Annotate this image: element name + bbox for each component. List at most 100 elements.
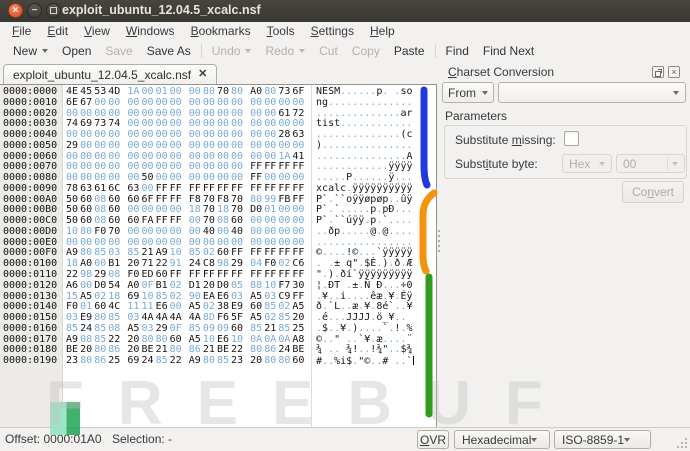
ascii-char[interactable]: .	[406, 97, 412, 108]
menu-settings[interactable]: Settings	[303, 23, 362, 39]
hex-byte[interactable]: 00	[189, 141, 201, 152]
menu-bookmarks[interactable]: Bookmarks	[183, 23, 259, 39]
hex-byte[interactable]: 80	[278, 356, 290, 367]
hex-byte[interactable]: 25	[108, 356, 120, 367]
hex-byte[interactable]: 10	[264, 281, 276, 292]
ascii-char[interactable]: ÿ	[406, 183, 412, 194]
window-maximize-button[interactable]	[46, 3, 61, 18]
hex-byte[interactable]: 60	[231, 324, 243, 335]
hex-byte[interactable]: 29	[156, 324, 168, 335]
window-close-button[interactable]: ×	[8, 3, 23, 18]
ascii-char[interactable]: .	[406, 118, 412, 129]
hex-byte[interactable]: 08	[108, 324, 120, 335]
panel-float-icon[interactable]	[652, 66, 664, 78]
hex-byte[interactable]: 00	[278, 98, 290, 109]
hex-byte[interactable]: 00	[108, 98, 120, 109]
ascii-char[interactable]: o	[406, 86, 412, 97]
hex-byte[interactable]: 00	[250, 141, 262, 152]
hex-byte[interactable]: 00	[203, 98, 215, 109]
hex-byte[interactable]: 09	[217, 324, 229, 335]
menu-file[interactable]: File	[4, 23, 39, 39]
hex-byte[interactable]: 22	[170, 356, 182, 367]
hex-byte[interactable]: 85	[66, 324, 78, 335]
hex-byte[interactable]: 6E	[66, 98, 78, 109]
ascii-char[interactable]: 0	[406, 280, 412, 291]
hex-byte[interactable]: 00	[292, 98, 304, 109]
ascii-char[interactable]: ÿ	[406, 161, 412, 172]
hex-byte[interactable]: 00	[156, 98, 168, 109]
panel-close-icon[interactable]: ×	[668, 66, 680, 78]
menu-edit[interactable]: Edit	[39, 23, 76, 39]
hex-byte[interactable]: 05	[231, 281, 243, 292]
toolbar-save-as-button[interactable]: Save As	[140, 42, 198, 60]
hex-byte[interactable]: 85	[94, 324, 106, 335]
hex-byte[interactable]: 0F	[141, 281, 153, 292]
hex-byte[interactable]: 67	[80, 98, 92, 109]
hex-byte[interactable]: 00	[189, 98, 201, 109]
ascii-char[interactable]: Æ	[406, 258, 412, 269]
value-coding-select[interactable]: Hexadecimal	[454, 430, 550, 449]
hex-byte[interactable]: 00	[80, 141, 92, 152]
hex-byte[interactable]: 00	[264, 141, 276, 152]
hex-byte[interactable]: 00	[94, 98, 106, 109]
toolbar-new-button[interactable]: New	[6, 42, 55, 60]
hex-byte[interactable]: 00	[127, 98, 139, 109]
hex-byte[interactable]: 00	[108, 141, 120, 152]
hex-byte[interactable]: 30	[292, 281, 304, 292]
hex-byte[interactable]: B1	[156, 281, 168, 292]
hex-byte[interactable]: 80	[264, 356, 276, 367]
ascii-char[interactable]: r	[406, 108, 412, 119]
toolbar-open-button[interactable]: Open	[55, 42, 98, 60]
hex-byte[interactable]: 0F	[170, 324, 182, 335]
ascii-char[interactable]: A	[406, 151, 412, 162]
hex-byte[interactable]: A0	[127, 281, 139, 292]
hex-byte[interactable]: 00	[231, 141, 243, 152]
hex-byte[interactable]: D0	[217, 281, 229, 292]
hex-byte[interactable]: 21	[264, 324, 276, 335]
hex-byte[interactable]: 24	[80, 324, 92, 335]
ascii-char[interactable]: .	[406, 172, 412, 183]
hex-byte[interactable]: F7	[278, 281, 290, 292]
ascii-char[interactable]: .	[406, 226, 412, 237]
substitute-missing-checkbox[interactable]	[564, 131, 579, 146]
hex-byte[interactable]: 00	[250, 98, 262, 109]
hex-byte[interactable]: 00	[80, 281, 92, 292]
hex-byte[interactable]: 23	[231, 356, 243, 367]
toolbar-paste-button[interactable]: Paste	[387, 42, 432, 60]
hex-byte[interactable]: 00	[217, 141, 229, 152]
hex-byte[interactable]: 86	[94, 356, 106, 367]
hex-byte[interactable]: 85	[250, 324, 262, 335]
hex-byte[interactable]: 00	[203, 141, 215, 152]
ascii-char[interactable]: .	[406, 204, 412, 215]
overwrite-mode-button[interactable]: OVR	[417, 430, 449, 449]
hex-byte[interactable]: 02	[170, 281, 182, 292]
hex-byte[interactable]: 00	[264, 98, 276, 109]
tab-exploit-file[interactable]: exploit_ubuntu_12.04.5_xcalc.nsf ✕	[3, 64, 217, 84]
hex-byte[interactable]: 00	[170, 141, 182, 152]
hex-byte[interactable]: 00	[141, 98, 153, 109]
menu-windows[interactable]: Windows	[118, 23, 183, 39]
hex-byte[interactable]: 20	[250, 356, 262, 367]
ascii-char[interactable]: ¨	[406, 334, 412, 345]
ascii-char[interactable]: ¾	[406, 344, 412, 355]
hex-byte[interactable]: D0	[94, 281, 106, 292]
hex-byte[interactable]: 85	[217, 356, 229, 367]
hex-byte[interactable]: 69	[127, 356, 139, 367]
menu-view[interactable]: View	[76, 23, 118, 39]
hex-byte[interactable]: 03	[141, 324, 153, 335]
hex-byte[interactable]: 60	[292, 356, 304, 367]
tab-close-icon[interactable]: ✕	[198, 69, 207, 80]
hex-byte[interactable]: 24	[141, 356, 153, 367]
toolbar-find-button[interactable]: Find	[439, 42, 476, 60]
hex-byte[interactable]: 25	[292, 324, 304, 335]
ascii-char[interactable]: c	[406, 129, 412, 140]
window-minimize-button[interactable]: −	[27, 3, 42, 18]
hex-byte[interactable]: 85	[156, 356, 168, 367]
hex-byte[interactable]: 00	[292, 141, 304, 152]
hex-byte[interactable]: 00	[94, 141, 106, 152]
hex-byte[interactable]: 00	[231, 98, 243, 109]
resize-grip[interactable]	[677, 438, 687, 448]
hex-byte[interactable]: A6	[66, 281, 78, 292]
hex-byte[interactable]: 85	[278, 324, 290, 335]
menu-help[interactable]: Help	[362, 23, 403, 39]
